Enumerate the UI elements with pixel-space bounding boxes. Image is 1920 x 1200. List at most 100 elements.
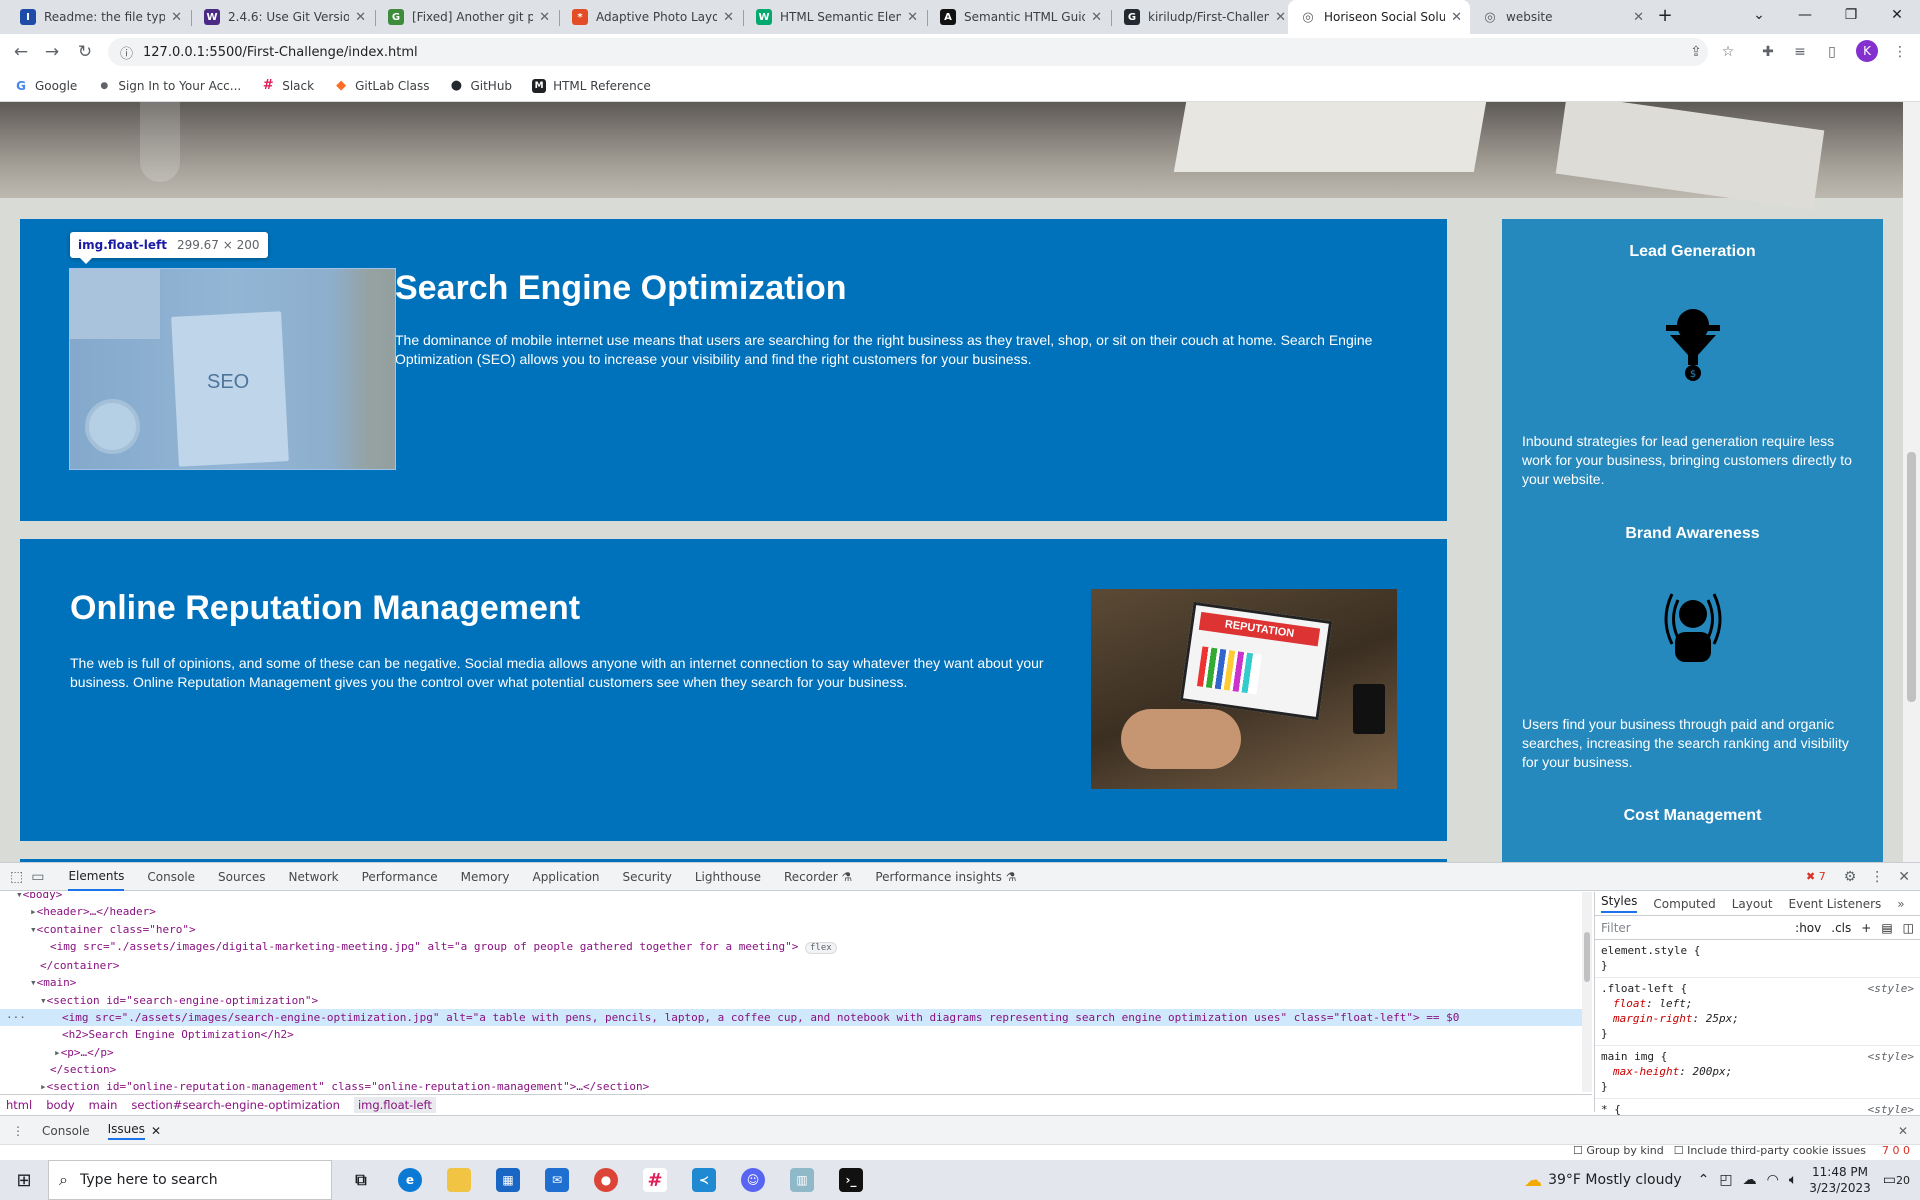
close-tab-icon[interactable]: ✕ [171,10,182,25]
tab-lighthouse[interactable]: Lighthouse [695,864,761,890]
style-rule-element[interactable]: element.style { } [1595,940,1920,978]
tab-security[interactable]: Security [623,864,672,890]
tab-horiseon-active[interactable]: ◎ Horiseon Social Soluti ✕ [1288,0,1470,34]
close-drawer-icon[interactable]: ✕ [1898,1124,1908,1138]
side-panel-icon[interactable]: ▯ [1822,42,1842,62]
close-tab-icon[interactable]: ✕ [723,10,734,25]
flex-badge[interactable]: flex [804,941,837,954]
rule-property[interactable]: margin-right: 25px; [1601,1011,1914,1026]
close-tab-icon[interactable]: ✕ [1091,10,1102,25]
discord-icon[interactable]: ☺ [733,1160,773,1200]
page-scrollbar[interactable] [1903,102,1920,862]
app-icon[interactable]: ▥ [782,1160,822,1200]
tab-adaptive-photo[interactable]: * Adaptive Photo Layou ✕ [560,0,742,34]
minimize-button[interactable]: — [1782,0,1828,30]
breadcrumb-html[interactable]: html [6,1098,32,1112]
tab-performance[interactable]: Performance [362,864,438,890]
tray-chevron-icon[interactable]: ⌃ [1698,1172,1710,1188]
style-rule-main-img[interactable]: main img { <style> max-height: 200px; } [1595,1046,1920,1099]
drawer-menu-icon[interactable]: ⋮ [12,1124,24,1138]
taskbar-search-box[interactable]: ⌕ Type here to search [48,1160,332,1200]
windows-start-icon[interactable]: ⊞ [0,1160,48,1200]
onedrive-icon[interactable]: ☁ [1743,1172,1757,1188]
mail-icon[interactable]: ✉ [537,1160,577,1200]
close-devtools-icon[interactable]: ✕ [1898,869,1910,885]
scrollbar-thumb[interactable] [1584,932,1590,982]
volume-icon[interactable]: 🔈︎ [1789,1172,1797,1188]
tab-github-repo[interactable]: Gkiriludp/First-Challeng ✕ [1112,0,1294,34]
tab-sources[interactable]: Sources [218,864,265,890]
tab-styles[interactable]: Styles [1601,894,1638,913]
address-bar[interactable]: ⓘ 127.0.0.1:5500/First-Challenge/index.h… [108,38,1708,66]
error-count-badge[interactable]: ✖ 7 [1806,870,1826,883]
group-by-kind-checkbox[interactable]: ☐ Group by kind [1573,1144,1664,1157]
scrollbar-thumb[interactable] [1907,452,1916,702]
weather-icon[interactable]: ☁ [1524,1170,1542,1191]
tab-html-semantic[interactable]: W HTML Semantic Eleme ✕ [744,0,926,34]
bookmark-html-reference[interactable]: M HTML Reference [532,78,651,93]
tab-website[interactable]: ◎ website ✕ [1470,0,1652,34]
styles-filter-input[interactable]: Filter [1601,921,1785,935]
dom-node-seo-p[interactable]: ▸<p>…</p> [0,1044,1582,1061]
notification-center-icon[interactable]: ▭20 [1883,1172,1910,1188]
share-icon[interactable]: ⇪ [1686,42,1706,62]
settings-gear-icon[interactable]: ⚙ [1844,869,1857,885]
close-tab-icon[interactable]: ✕ [1633,10,1644,25]
tab-elements[interactable]: Elements [68,863,125,891]
bookmark-sign-in[interactable]: ● Sign In to Your Acc... [97,78,241,93]
tab-computed[interactable]: Computed [1653,897,1715,911]
tab-git-version[interactable]: W 2.4.6: Use Git Version C ✕ [192,0,374,34]
close-tab-icon[interactable]: ✕ [907,10,918,25]
orm-image[interactable]: REPUTATION [1091,589,1397,789]
close-tab-icon[interactable]: ✕ [1275,10,1286,25]
dom-node-seo-h2[interactable]: <h2>Search Engine Optimization</h2> [0,1026,1582,1043]
more-tabs-chevron-icon[interactable]: » [1897,897,1904,911]
extensions-puzzle-icon[interactable]: ✚ [1758,42,1778,62]
media-list-icon[interactable]: ≡ [1790,42,1810,62]
dom-tree-scrollbar[interactable] [1582,892,1592,1092]
dom-node-hero-img[interactable]: <img src="./assets/images/digital-market… [0,938,1582,957]
tab-layout[interactable]: Layout [1732,897,1773,911]
store-icon[interactable]: ▦ [488,1160,528,1200]
new-tab-button[interactable]: + [1650,0,1680,30]
rule-property[interactable]: max-height: 200px; [1601,1064,1914,1079]
tab-event-listeners[interactable]: Event Listeners [1789,897,1882,911]
vscode-icon[interactable]: ≺ [684,1160,724,1200]
tab-memory[interactable]: Memory [461,864,510,890]
tab-console[interactable]: Console [147,864,195,890]
dom-tree[interactable]: ▾<body> ▸<header>…</header> ▾<container … [0,892,1582,1092]
seo-image[interactable]: SEO [69,268,396,470]
back-arrow-icon[interactable]: ← [9,40,33,64]
close-tab-icon[interactable]: ✕ [355,10,366,25]
chrome-icon[interactable]: ● [586,1160,626,1200]
dom-node-main[interactable]: ▾<main> [0,974,1582,991]
dom-node-section-close[interactable]: </section> [0,1061,1582,1078]
device-toolbar-icon[interactable]: ▭ [31,869,44,885]
tab-search-chevron-icon[interactable]: ⌄ [1736,0,1782,30]
restore-button[interactable]: ❐ [1828,0,1874,30]
drawer-tab-issues[interactable]: Issues [107,1122,145,1140]
clock[interactable]: 11:48 PM 3/23/2023 [1809,1164,1871,1196]
terminal-icon[interactable]: ›_ [831,1160,871,1200]
dom-node-seo-img-selected[interactable]: ··· <img src="./assets/images/search-engi… [0,1009,1582,1027]
breadcrumb-body[interactable]: body [46,1098,74,1112]
bookmark-star-icon[interactable]: ☆ [1718,42,1738,62]
forward-arrow-icon[interactable]: → [40,40,64,64]
wifi-icon[interactable]: ◠ [1767,1172,1779,1188]
style-rule-float-left[interactable]: .float-left { <style> float: left; margi… [1595,978,1920,1046]
dom-node-header[interactable]: ▸<header>…</header> [0,903,1582,920]
close-window-button[interactable]: ✕ [1874,0,1920,30]
bookmark-slack[interactable]: # Slack [261,78,314,93]
task-view-icon[interactable]: ⧉ [341,1160,381,1200]
inspect-element-icon[interactable]: ⬚ [10,869,23,885]
bookmark-google[interactable]: G Google [14,78,77,93]
dom-node-body[interactable]: ▾<body> [0,892,1582,903]
dom-node-container-close[interactable]: </container> [0,957,1582,974]
breadcrumb-section[interactable]: section#search-engine-optimization [131,1098,340,1112]
tab-performance-insights[interactable]: Performance insights ⚗ [875,864,1016,890]
rule-source[interactable]: <style> [1868,1049,1914,1064]
third-party-checkbox[interactable]: ☐ Include third-party cookie issues [1674,1144,1866,1157]
bookmark-gitlab[interactable]: ◆ GitLab Class [334,78,429,93]
cls-toggle[interactable]: .cls [1831,921,1851,935]
close-tab-icon[interactable]: ✕ [1451,10,1462,25]
